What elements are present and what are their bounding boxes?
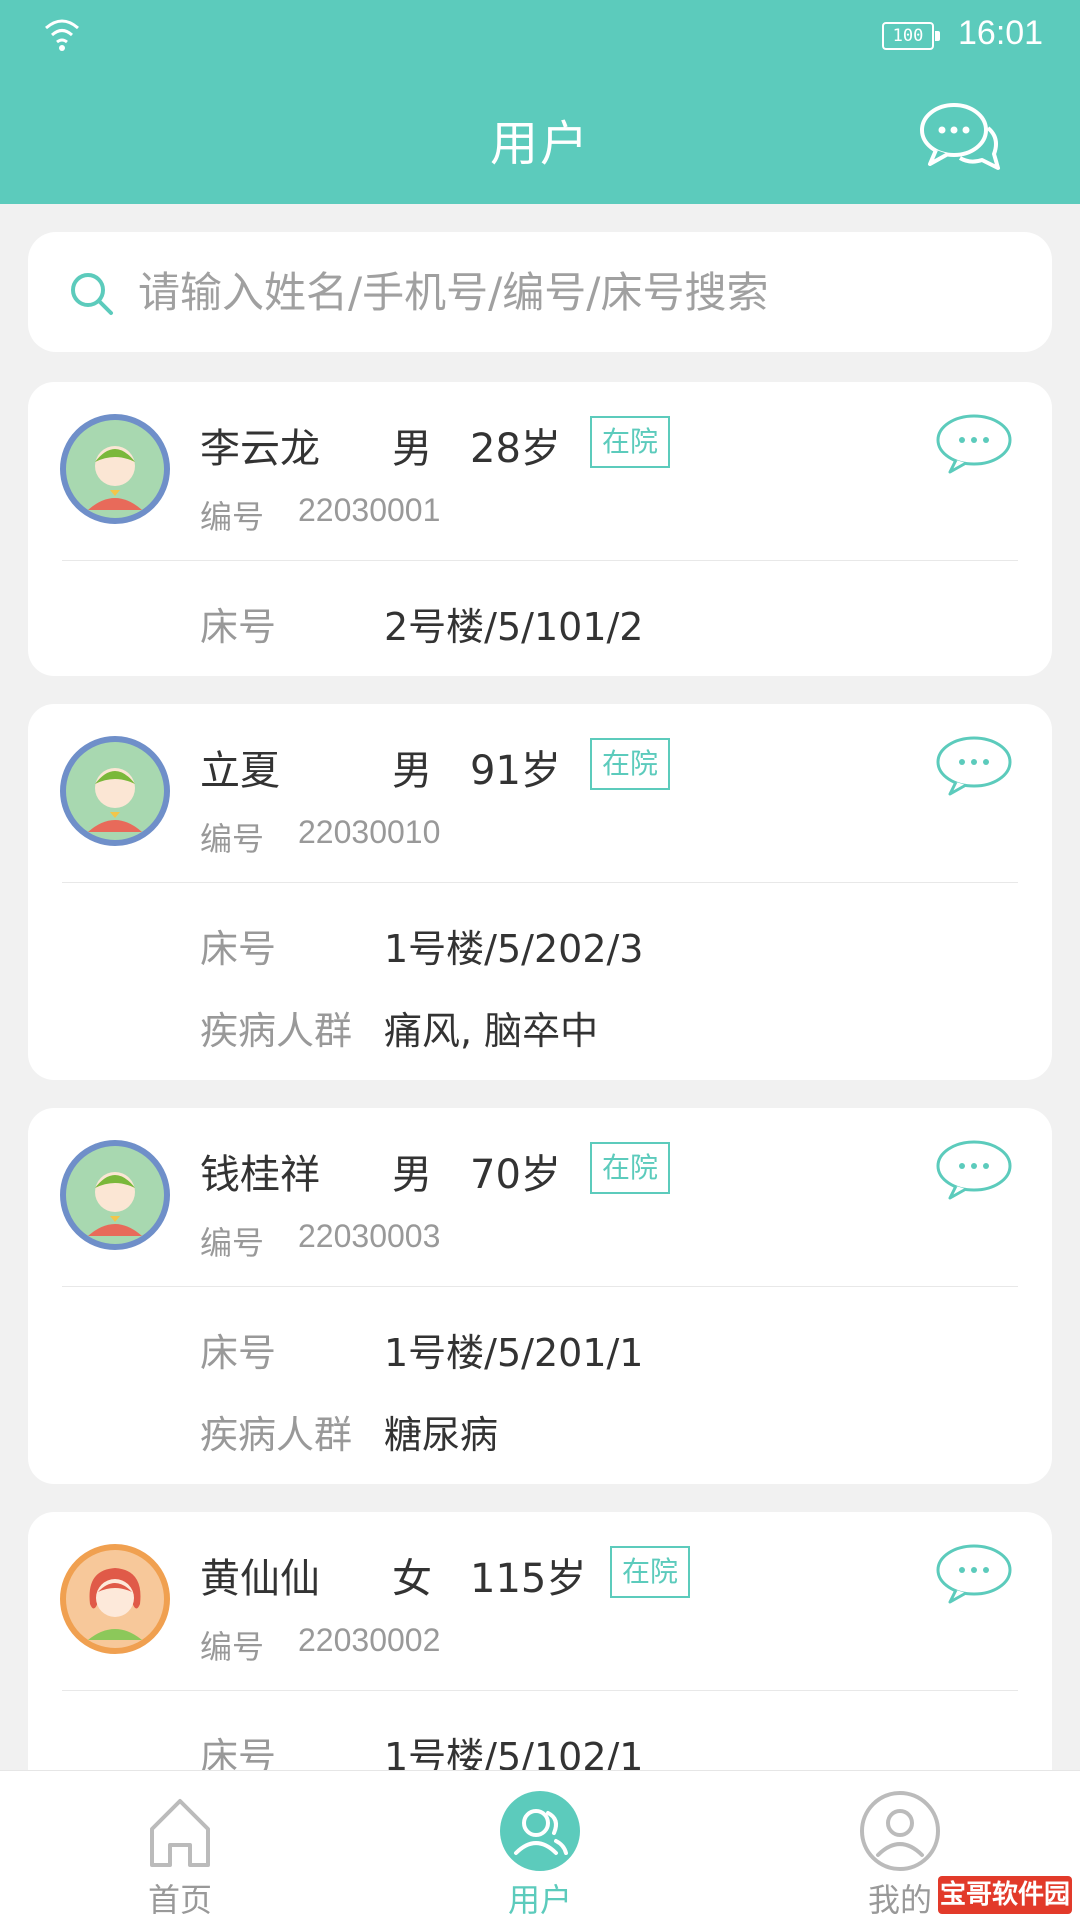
user-id: 22030010: [298, 814, 441, 850]
id-label: 编号: [200, 820, 265, 858]
user-name: 黄仙仙: [200, 1556, 320, 1602]
user-gender: 女: [392, 1556, 432, 1602]
divider: [62, 882, 1018, 883]
user-card[interactable]: 李云龙 男 28岁 在院 编号 22030001 床号 2号楼/5/101/2: [28, 382, 1052, 676]
male-avatar-icon: [60, 1140, 170, 1250]
user-age: 115岁: [470, 1556, 587, 1602]
user-age: 70岁: [470, 1152, 561, 1198]
chat-bubble-icon[interactable]: [934, 734, 1014, 798]
user-id: 22030002: [298, 1622, 441, 1658]
search-input[interactable]: [138, 254, 1018, 330]
disease-value: 痛风, 脑卒中: [384, 1009, 599, 1053]
user-card[interactable]: 立夏 男 91岁 在院 编号 22030010 床号 1号楼/5/202/3 疾…: [28, 704, 1052, 1080]
disease-label: 疾病人群: [200, 1009, 353, 1053]
user-card[interactable]: 钱桂祥 男 70岁 在院 编号 22030003 床号 1号楼/5/201/1 …: [28, 1108, 1052, 1484]
male-avatar-icon: [60, 414, 170, 524]
user-gender: 男: [392, 426, 432, 472]
search-bar[interactable]: [28, 232, 1052, 352]
id-label: 编号: [200, 1628, 265, 1666]
home-icon: [150, 1799, 210, 1867]
chat-bubble-icon[interactable]: [934, 1542, 1014, 1606]
bed-value: 1号楼/5/202/3: [384, 927, 644, 971]
wifi-icon: [45, 19, 79, 51]
chat-icon[interactable]: [918, 98, 1002, 178]
bed-value: 1号楼/5/201/1: [384, 1331, 644, 1375]
header-bar: 100 16:01 用户: [0, 0, 1080, 204]
watermark: 宝哥软件园: [938, 1876, 1072, 1914]
user-age: 91岁: [470, 748, 561, 794]
bed-label: 床号: [200, 605, 277, 649]
users-icon: [500, 1791, 580, 1871]
status-badge: 在院: [610, 1546, 691, 1598]
nav-home-label: 首页: [147, 1881, 212, 1919]
user-id: 22030001: [298, 492, 441, 528]
search-icon: [71, 273, 113, 315]
divider: [62, 560, 1018, 561]
id-label: 编号: [200, 1224, 265, 1262]
user-id: 22030003: [298, 1218, 441, 1254]
bed-label: 床号: [200, 927, 277, 971]
disease-value: 糖尿病: [384, 1413, 499, 1457]
user-name: 李云龙: [200, 426, 320, 472]
user-age: 28岁: [470, 426, 561, 472]
status-bar: 100 16:01: [0, 0, 1080, 70]
user-gender: 男: [392, 1152, 432, 1198]
male-avatar-icon: [60, 736, 170, 846]
female-avatar-icon: [60, 1544, 170, 1654]
chat-bubble-icon[interactable]: [934, 1138, 1014, 1202]
user-card[interactable]: 黄仙仙 女 115岁 在院 编号 22030002 床号 1号楼/5/102/1: [28, 1512, 1052, 1812]
divider: [62, 1286, 1018, 1287]
profile-icon: [860, 1791, 940, 1871]
nav-home[interactable]: 首页: [80, 1771, 280, 1920]
status-badge: 在院: [590, 738, 671, 790]
user-name: 钱桂祥: [200, 1152, 320, 1198]
status-badge: 在院: [590, 416, 671, 468]
bed-label: 床号: [200, 1331, 277, 1375]
user-name: 立夏: [200, 748, 280, 794]
user-gender: 男: [392, 748, 432, 794]
chat-bubble-icon[interactable]: [934, 412, 1014, 476]
nav-users-label: 用户: [507, 1881, 572, 1919]
id-label: 编号: [200, 498, 265, 536]
status-badge: 在院: [590, 1142, 671, 1194]
bed-value: 2号楼/5/101/2: [384, 605, 644, 649]
nav-users[interactable]: 用户: [440, 1771, 640, 1920]
battery-indicator: 100: [882, 22, 940, 50]
disease-label: 疾病人群: [200, 1413, 353, 1457]
divider: [62, 1690, 1018, 1691]
status-time: 16:01: [958, 14, 1044, 52]
bottom-nav: 首页 用户 我的: [0, 1770, 1080, 1920]
